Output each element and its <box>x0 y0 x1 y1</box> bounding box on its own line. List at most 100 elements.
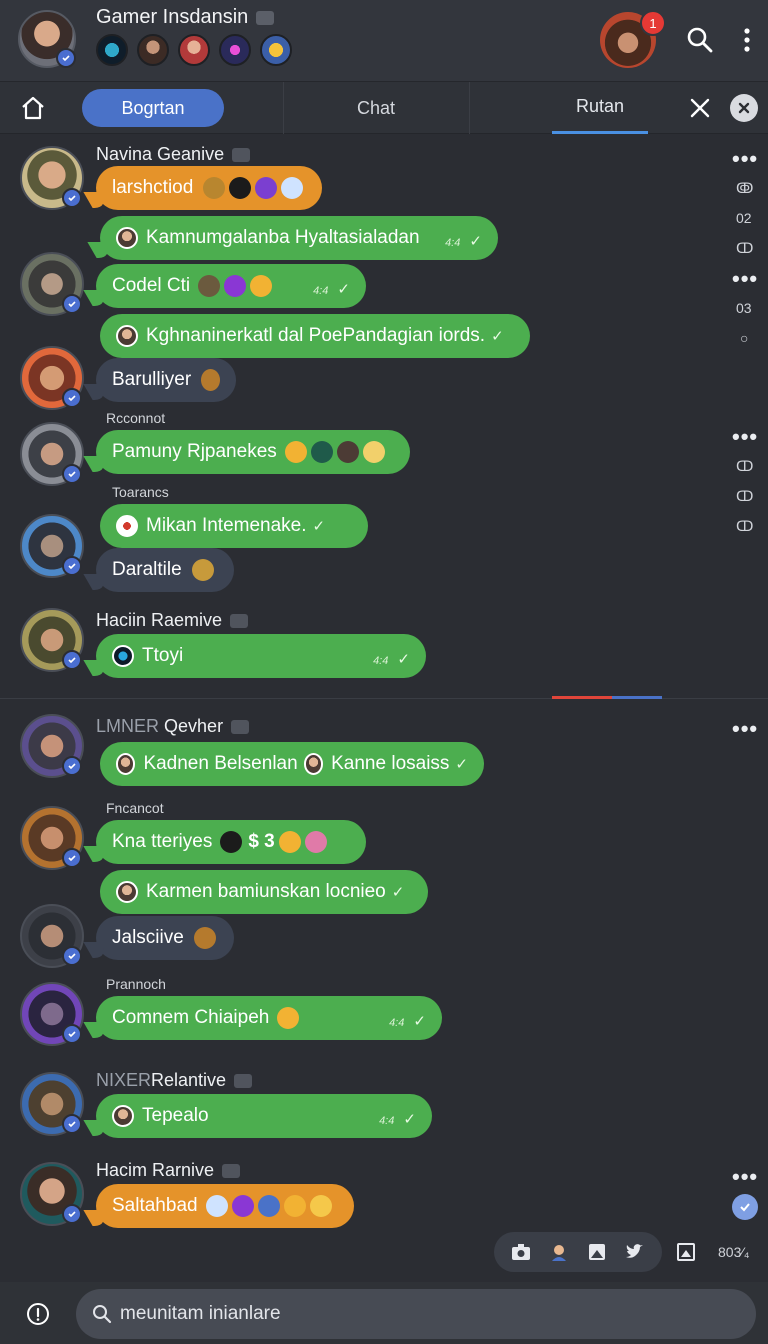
user-avatar[interactable] <box>20 806 84 870</box>
emoji-icon <box>281 177 304 199</box>
message-bubble[interactable]: Kna tteriyes $ 3 <box>96 820 366 864</box>
message-text: Karmen bamiunskan locnieo <box>146 881 386 902</box>
username[interactable]: NIXERRelantive <box>96 1070 253 1091</box>
reaction-icon[interactable]: ○ <box>740 330 748 346</box>
search-icon[interactable] <box>686 26 714 54</box>
check-icon: ✓ <box>312 518 326 535</box>
group-title[interactable]: Gamer Insdansin <box>96 6 275 29</box>
username[interactable]: Navina Geanive <box>96 144 251 165</box>
user-avatar[interactable] <box>20 1072 84 1136</box>
emoji-icon <box>203 177 226 199</box>
message-input[interactable]: meunitam inianlare <box>76 1289 756 1339</box>
screen-share-icon[interactable] <box>676 1242 696 1262</box>
close-circle-button[interactable] <box>730 94 758 122</box>
home-icon[interactable] <box>18 94 48 122</box>
message-text: Codel Cti <box>112 275 191 296</box>
user-avatar[interactable] <box>20 252 84 316</box>
close-icon[interactable] <box>686 94 714 122</box>
message-bubble[interactable]: Tepealo 4:4 ✓ <box>96 1094 432 1138</box>
sticker-icon[interactable] <box>548 1241 570 1263</box>
user-avatar[interactable] <box>20 904 84 968</box>
message-text: Saltahbad <box>112 1195 198 1216</box>
tab-bogrtan[interactable]: Bogrtan <box>82 89 224 127</box>
check-icon: ✓ <box>337 281 350 298</box>
sender-label: Prannoch <box>106 976 166 992</box>
user-avatar[interactable] <box>20 608 84 672</box>
check-icon: ✓ <box>469 233 482 250</box>
verified-icon <box>62 1114 82 1134</box>
message-bubble[interactable]: Saltahbad <box>96 1184 354 1228</box>
emoji-icon <box>309 1195 332 1217</box>
verified-icon <box>62 650 82 670</box>
message-bubble[interactable]: Comnem Chiaipeh 4:4 ✓ <box>96 996 442 1040</box>
reaction-icon[interactable]: ↂ <box>736 180 753 197</box>
tag-icon <box>256 10 275 25</box>
verified-icon <box>62 556 82 576</box>
gallery-icon[interactable] <box>586 1241 608 1263</box>
message-bubble[interactable]: Mikan Intemenake. ✓ <box>100 504 368 548</box>
username[interactable]: LMNER Qevher <box>96 716 250 737</box>
username[interactable]: Hacim Rarnive <box>96 1160 241 1181</box>
message-bubble[interactable]: Kadnen Belsenlan Kanne losaiss ✓ <box>100 742 484 786</box>
message-bubble[interactable]: Daraltile <box>96 548 234 592</box>
message-text: Daraltile <box>112 559 182 580</box>
media-toolbar <box>494 1232 662 1272</box>
message-bubble[interactable]: Barulliyer <box>96 358 236 402</box>
member-avatar[interactable] <box>260 34 292 66</box>
composer-bar: meunitam inianlare <box>0 1282 768 1344</box>
message-bubble[interactable]: Codel Cti 4:4 ✓ <box>96 264 366 308</box>
member-avatar[interactable] <box>219 34 251 66</box>
check-icon: ✓ <box>397 651 410 668</box>
sender-label: Rcconnot <box>106 410 166 426</box>
user-avatar[interactable] <box>20 422 84 486</box>
more-options-icon[interactable]: ••• <box>732 146 758 172</box>
user-avatar[interactable] <box>20 982 84 1046</box>
tag-icon <box>232 148 251 163</box>
user-avatar[interactable] <box>20 146 84 210</box>
tab-chat[interactable]: Chat <box>284 82 468 134</box>
member-avatar[interactable] <box>96 34 128 66</box>
message-bubble[interactable]: Kghnaninerkatl dal PoePandagian iords. ✓ <box>100 314 530 358</box>
user-avatar[interactable] <box>20 714 84 778</box>
verified-icon <box>62 294 82 314</box>
username[interactable]: Haciin Raemive <box>96 610 249 631</box>
user-avatar[interactable] <box>20 1162 84 1226</box>
emoji-icon <box>283 1195 306 1217</box>
camera-icon[interactable] <box>510 1241 532 1263</box>
more-options-icon[interactable]: ••• <box>732 716 758 742</box>
reaction-icon[interactable]: ↀ <box>736 518 753 535</box>
member-avatars[interactable] <box>96 34 292 66</box>
reaction-icon[interactable]: ↀ <box>736 240 753 257</box>
reaction-count[interactable]: 02 <box>736 210 752 226</box>
reaction-icon[interactable]: ↀ <box>736 458 753 475</box>
more-options-icon[interactable]: ••• <box>732 266 758 292</box>
twitter-icon[interactable] <box>624 1241 646 1263</box>
message-bubble[interactable]: Kamnumgalanba Hyaltasialadan 4:4 ✓ <box>100 216 498 260</box>
emoji-icon <box>220 831 243 853</box>
message-bubble[interactable]: Jalsciive <box>96 916 234 960</box>
verified-icon <box>62 188 82 208</box>
emoji-icon <box>310 441 333 463</box>
user-avatar[interactable] <box>20 514 84 578</box>
message-bubble[interactable]: Ttoyi 4:4 ✓ <box>96 634 426 678</box>
message-bubble[interactable]: Pamuny Rjpanekes <box>96 430 410 474</box>
message-bubble[interactable]: Karmen bamiunskan locnieo ✓ <box>100 870 428 914</box>
message-bubble[interactable]: larshctiod <box>96 166 322 210</box>
reaction-icon[interactable]: ↀ <box>736 488 753 505</box>
currency-symbols: $ 3 <box>248 831 275 852</box>
reaction-add-icon[interactable] <box>732 1194 758 1220</box>
tab-rutan[interactable]: Rutan <box>552 82 648 134</box>
emoji-icon <box>278 831 301 853</box>
member-avatar[interactable] <box>178 34 210 66</box>
tag-icon <box>222 1164 241 1179</box>
group-avatar[interactable] <box>18 10 76 68</box>
more-options-icon[interactable]: ••• <box>732 424 758 450</box>
reaction-count[interactable]: 03 <box>736 300 752 316</box>
more-options-icon[interactable]: ••• <box>732 1164 758 1190</box>
verified-icon <box>62 388 82 408</box>
info-icon[interactable] <box>26 1302 50 1326</box>
member-avatar[interactable] <box>137 34 169 66</box>
user-avatar[interactable] <box>20 346 84 410</box>
more-vertical-icon[interactable] <box>738 26 756 54</box>
emoji-icon <box>231 1195 254 1217</box>
